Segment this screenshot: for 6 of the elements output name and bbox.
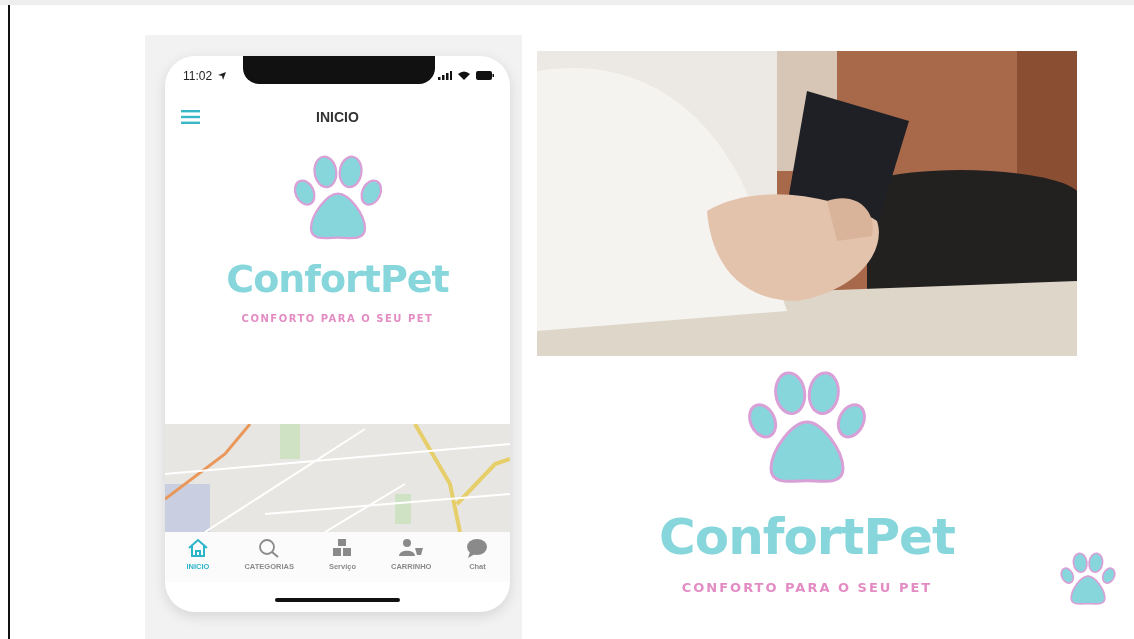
brand-name: ConfortPet [659,508,955,566]
status-time: 11:02 [183,68,213,83]
brand-tagline: CONFORTO PARA O SEU PET [241,313,434,324]
brand-name: ConfortPet [226,257,449,301]
screen-title: INICIO [316,109,359,125]
brand-tagline: CONFORTO PARA O SEU PET [681,580,933,595]
